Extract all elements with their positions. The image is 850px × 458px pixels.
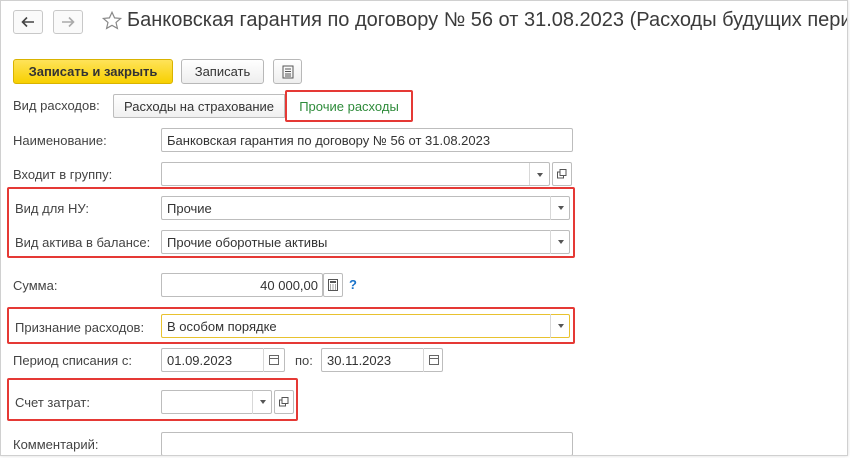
comment-input[interactable] [161,432,573,455]
help-icon[interactable]: ? [349,277,357,292]
tab-insurance-expenses[interactable]: Расходы на страхование [113,94,285,118]
document-list-button[interactable] [273,59,302,84]
chevron-down-icon [557,240,564,244]
period-from-calendar-button[interactable] [263,348,283,372]
recognition-label: Признание расходов: [15,320,145,335]
favorite-star-icon[interactable] [101,10,123,32]
group-dropdown-button[interactable] [529,163,549,185]
group-open-button[interactable] [552,162,572,186]
chevron-down-icon [557,324,564,328]
window: Банковская гарантия по договору № 56 от … [0,0,848,456]
recognition-dropdown-button[interactable] [550,314,570,338]
period-from-label: Период списания с: [13,353,132,368]
account-open-button[interactable] [274,390,294,414]
arrow-left-icon [21,16,34,28]
page-title: Банковская гарантия по договору № 56 от … [127,9,848,31]
nu-kind-select[interactable]: Прочие [161,196,570,220]
asset-kind-select[interactable]: Прочие оборотные активы [161,230,570,254]
recognition-select[interactable]: В особом порядке [161,314,570,338]
calendar-icon [268,355,279,365]
asset-kind-dropdown-button[interactable] [550,230,570,254]
chevron-down-icon [259,400,266,404]
period-to-calendar-button[interactable] [423,348,443,372]
name-input[interactable]: Банковская гарантия по договору № 56 от … [161,128,573,152]
sum-input[interactable]: 40 000,00 [161,273,323,297]
chevron-down-icon [536,173,543,177]
nu-kind-dropdown-button[interactable] [550,196,570,220]
open-window-icon [279,397,289,407]
sum-label: Сумма: [13,278,58,293]
calendar-icon [428,355,439,365]
forward-button[interactable] [53,10,83,34]
chevron-down-icon [557,206,564,210]
save-and-close-button[interactable]: Записать и закрыть [13,59,173,84]
save-button[interactable]: Записать [181,59,264,84]
account-label: Счет затрат: [15,395,90,410]
comment-label: Комментарий: [13,437,99,452]
group-label: Входит в группу: [13,167,113,182]
name-label: Наименование: [13,133,107,148]
nu-kind-label: Вид для НУ: [15,201,89,216]
expense-kind-label: Вид расходов: [13,98,100,113]
arrow-right-icon [62,16,75,28]
back-button[interactable] [13,10,43,34]
account-dropdown-button[interactable] [252,390,272,414]
open-window-icon [557,169,567,179]
calculator-icon [328,279,338,291]
calculator-button[interactable] [323,273,343,297]
period-to-label: по: [295,353,313,368]
group-input[interactable] [161,162,550,186]
list-icon [282,65,293,78]
highlight-other-expenses [285,90,413,122]
asset-kind-label: Вид актива в балансе: [15,235,151,250]
